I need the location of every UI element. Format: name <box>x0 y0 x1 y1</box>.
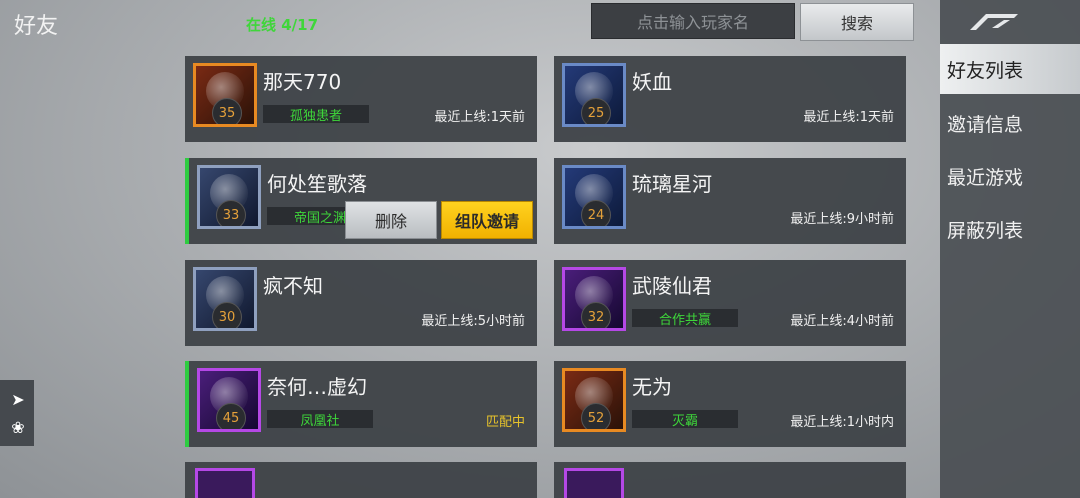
level-badge: 45 <box>216 403 246 429</box>
friend-card[interactable]: 25 妖血 最近上线:1天前 <box>554 56 906 142</box>
avatar: 35 <box>193 63 257 127</box>
friend-card-partial[interactable] <box>554 462 906 498</box>
friend-card[interactable]: 32 武陵仙君 合作共赢 最近上线:4小时前 <box>554 260 906 346</box>
play-arrow-icon[interactable]: ➤ <box>8 390 28 410</box>
avatar: 45 <box>197 368 261 432</box>
guild-tag: 灭霸 <box>632 410 738 429</box>
level-badge: 35 <box>212 98 242 124</box>
guild-tag: 凤凰社 <box>267 410 373 429</box>
emblem-icon[interactable]: ❀ <box>8 418 28 438</box>
last-online: 最近上线:1小时内 <box>790 415 894 430</box>
team-invite-button[interactable]: 组队邀请 <box>441 201 533 239</box>
friend-name: 那天770 <box>263 70 342 94</box>
avatar: 32 <box>562 267 626 331</box>
level-badge: 30 <box>212 302 242 328</box>
friend-name: 奈何…虚幻 <box>267 375 367 399</box>
level-badge: 25 <box>581 98 611 124</box>
avatar: 52 <box>562 368 626 432</box>
friend-card[interactable]: 45 奈何…虚幻 凤凰社 匹配中 <box>185 361 537 447</box>
online-status: 在线 4/17 <box>246 16 319 34</box>
friend-name: 武陵仙君 <box>632 274 712 298</box>
last-online: 最近上线:1天前 <box>434 110 525 125</box>
sidebar-item-friend-list[interactable]: 好友列表 <box>940 44 1080 94</box>
guild-tag: 孤独患者 <box>263 105 369 124</box>
sidebar-item-invitations[interactable]: 邀请信息 <box>940 98 1080 148</box>
level-badge: 52 <box>581 403 611 429</box>
friend-card-partial[interactable] <box>185 462 537 498</box>
game-logo-icon <box>970 14 1018 30</box>
guild-tag: 合作共赢 <box>632 309 738 328</box>
friend-name: 疯不知 <box>263 274 323 298</box>
friend-card[interactable]: 52 无为 灭霸 最近上线:1小时内 <box>554 361 906 447</box>
last-online: 最近上线:5小时前 <box>421 314 525 329</box>
avatar: 25 <box>562 63 626 127</box>
friend-card[interactable]: 24 琉璃星河 最近上线:9小时前 <box>554 158 906 244</box>
sidebar-item-recent-games[interactable]: 最近游戏 <box>940 151 1080 201</box>
delete-friend-button[interactable]: 删除 <box>345 201 437 239</box>
level-badge: 24 <box>581 200 611 226</box>
sidebar-item-block-list[interactable]: 屏蔽列表 <box>940 204 1080 254</box>
last-online: 最近上线:9小时前 <box>790 212 894 227</box>
friend-name: 无为 <box>632 375 672 399</box>
friend-name: 何处笙歌落 <box>267 172 367 196</box>
avatar <box>564 468 624 498</box>
friend-name: 琉璃星河 <box>632 172 712 196</box>
friend-card[interactable]: 33 何处笙歌落 帝国之渊 删除 组队邀请 <box>185 158 537 244</box>
last-online: 最近上线:1天前 <box>803 110 894 125</box>
friend-card[interactable]: 30 疯不知 最近上线:5小时前 <box>185 260 537 346</box>
level-badge: 32 <box>581 302 611 328</box>
avatar <box>195 468 255 498</box>
avatar: 30 <box>193 267 257 331</box>
level-badge: 33 <box>216 200 246 226</box>
friend-card[interactable]: 35 那天770 孤独患者 最近上线:1天前 <box>185 56 537 142</box>
friend-name: 妖血 <box>632 70 672 94</box>
avatar: 33 <box>197 165 261 229</box>
last-online: 最近上线:4小时前 <box>790 314 894 329</box>
page-title: 好友 <box>14 14 59 39</box>
left-mini-toolbar: ➤ ❀ <box>0 380 34 446</box>
search-button[interactable]: 搜索 <box>800 3 914 41</box>
matching-status: 匹配中 <box>485 415 525 430</box>
search-input[interactable]: 点击输入玩家名 <box>591 3 795 39</box>
avatar: 24 <box>562 165 626 229</box>
sidebar: 好友列表 邀请信息 最近游戏 屏蔽列表 <box>940 0 1080 498</box>
